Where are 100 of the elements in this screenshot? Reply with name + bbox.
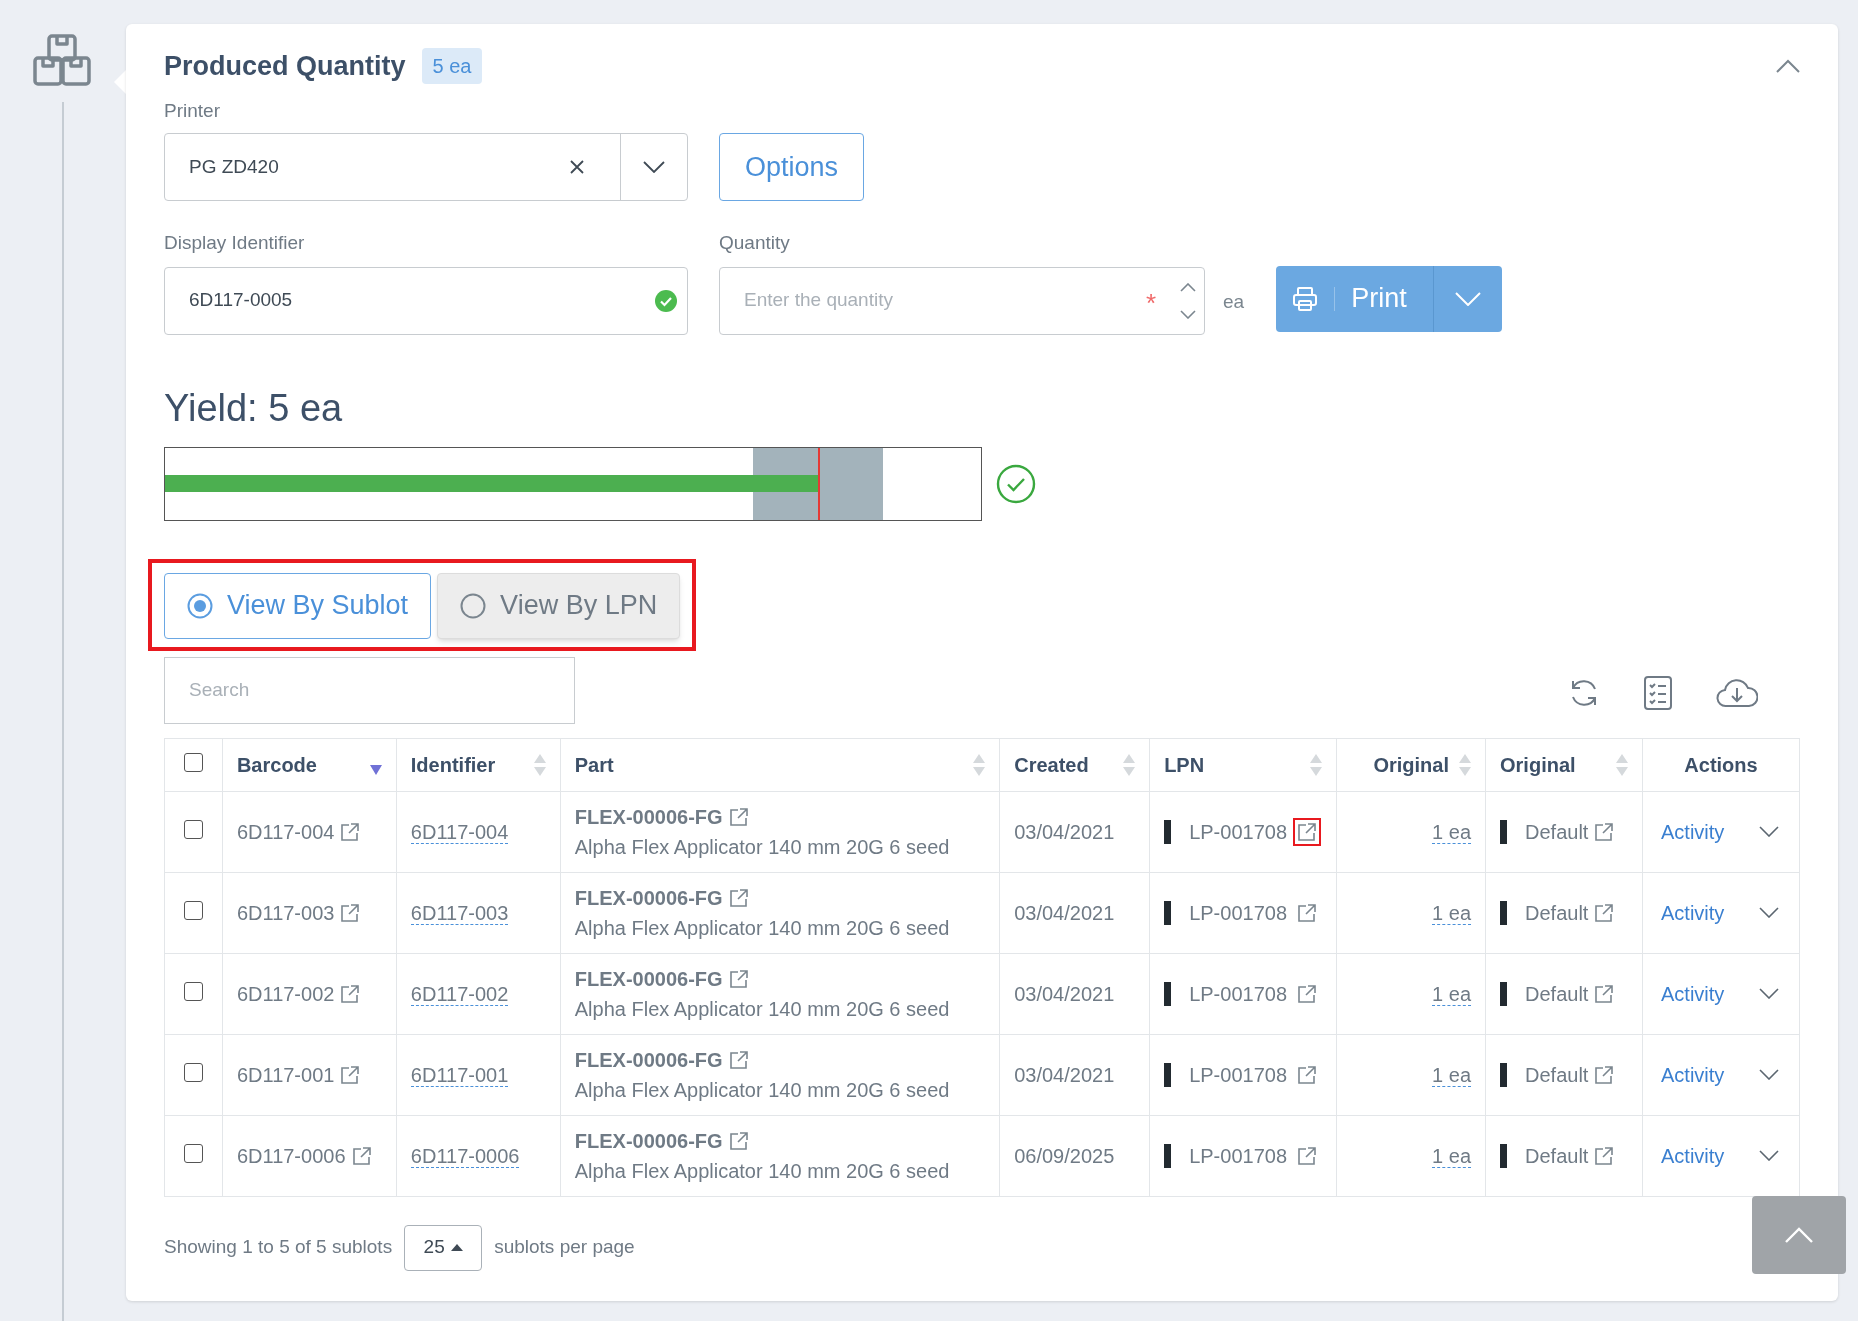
- per-page-label: sublots per page: [494, 1235, 635, 1260]
- location-color-bar: [1500, 1062, 1508, 1087]
- external-link-icon[interactable]: [1293, 817, 1321, 846]
- location-text: Default: [1525, 819, 1589, 845]
- part-number: FLEX-00006-FG: [574, 1047, 723, 1073]
- quantity-link[interactable]: 1 ea: [1432, 1144, 1472, 1168]
- search-field[interactable]: Search: [164, 656, 575, 724]
- lpn-text: LP-001708: [1189, 981, 1287, 1007]
- view-toggle-option[interactable]: View By LPN: [437, 572, 681, 639]
- created-date: 03/04/2021: [1014, 1063, 1115, 1086]
- external-link-icon[interactable]: [1594, 1064, 1615, 1085]
- external-link-icon[interactable]: [1594, 821, 1615, 842]
- activity-link[interactable]: Activity: [1661, 978, 1725, 1009]
- location-color-bar: [1500, 819, 1508, 844]
- identifier-link[interactable]: 6D117-002: [410, 982, 509, 1006]
- barcode-text: 6D117-001: [236, 1062, 335, 1088]
- chevron-down-icon[interactable]: [1759, 1069, 1779, 1080]
- caret-up-icon: [450, 1244, 463, 1251]
- quantity-badge: 5 ea: [421, 48, 483, 85]
- print-menu-button[interactable]: [1433, 265, 1502, 332]
- external-link-icon[interactable]: [1594, 1145, 1615, 1166]
- required-asterisk: *: [1145, 287, 1156, 320]
- boxes-icon: [33, 34, 93, 88]
- lpn-color-bar: [1164, 981, 1172, 1006]
- lpn-text: LP-001708: [1189, 1143, 1287, 1169]
- activity-link[interactable]: Activity: [1661, 816, 1725, 847]
- lpn-text: LP-001708: [1189, 1062, 1287, 1088]
- quantity-link[interactable]: 1 ea: [1432, 820, 1472, 844]
- external-link-icon[interactable]: [728, 968, 749, 989]
- showing-count: Showing 1 to 5 of 5 sublots: [164, 1235, 393, 1260]
- lpn-text: LP-001708: [1189, 819, 1287, 845]
- collapse-icon[interactable]: [1776, 59, 1800, 74]
- checkbox[interactable]: [183, 1062, 203, 1082]
- part-description: Alpha Flex Applicator 140 mm 20G 6 seed: [574, 915, 951, 941]
- location-color-bar: [1500, 1143, 1508, 1168]
- checkbox[interactable]: [183, 819, 203, 839]
- display-identifier-label: Display Identifier: [164, 231, 306, 255]
- printer-select[interactable]: PG ZD420: [164, 133, 688, 201]
- clear-icon[interactable]: [570, 160, 584, 174]
- quantity-input[interactable]: Enter the quantity: [744, 286, 1146, 315]
- location-color-bar: [1500, 981, 1508, 1006]
- activity-link[interactable]: Activity: [1661, 897, 1725, 928]
- chevron-down-icon[interactable]: [1759, 1150, 1779, 1161]
- chevron-down-icon[interactable]: [1759, 907, 1779, 918]
- lpn-color-bar: [1164, 1062, 1172, 1087]
- part-number: FLEX-00006-FG: [574, 966, 723, 992]
- quantity-link[interactable]: 1 ea: [1432, 1063, 1472, 1087]
- external-link-icon[interactable]: [728, 806, 749, 827]
- part-description: Alpha Flex Applicator 140 mm 20G 6 seed: [574, 1158, 951, 1184]
- checklist-icon[interactable]: [1644, 675, 1672, 710]
- checkbox[interactable]: [183, 1143, 203, 1163]
- external-link-icon[interactable]: [728, 1049, 749, 1070]
- external-link-icon[interactable]: [728, 1130, 749, 1151]
- lpn-color-bar: [1164, 819, 1172, 844]
- activity-link[interactable]: Activity: [1661, 1140, 1725, 1171]
- checkbox[interactable]: [183, 752, 203, 772]
- cloud-download-icon[interactable]: [1716, 677, 1758, 708]
- external-link-icon[interactable]: [340, 1064, 361, 1085]
- external-link-icon[interactable]: [340, 902, 361, 923]
- print-button[interactable]: Print: [1276, 265, 1433, 332]
- quantity-field[interactable]: Enter the quantity *: [719, 266, 1205, 335]
- location-text: Default: [1525, 1062, 1589, 1088]
- external-link-icon[interactable]: [728, 887, 749, 908]
- dropdown-chevron-icon[interactable]: [643, 161, 665, 173]
- identifier-link[interactable]: 6D117-004: [410, 820, 509, 844]
- part-description: Alpha Flex Applicator 140 mm 20G 6 seed: [574, 996, 951, 1022]
- quantity-link[interactable]: 1 ea: [1432, 901, 1472, 925]
- part-number: FLEX-00006-FG: [574, 804, 723, 830]
- lpn-color-bar: [1164, 900, 1172, 925]
- view-toggle-option[interactable]: View By Sublot: [164, 572, 432, 639]
- quantity-link[interactable]: 1 ea: [1432, 982, 1472, 1006]
- spinner-arrows-icon[interactable]: [1180, 282, 1196, 319]
- chevron-up-icon: [1785, 1227, 1813, 1243]
- chevron-down-icon[interactable]: [1759, 988, 1779, 999]
- sort-descending-icon[interactable]: [369, 764, 382, 775]
- part-number: FLEX-00006-FG: [574, 1128, 723, 1154]
- chevron-down-icon: [1454, 291, 1481, 306]
- created-date: 03/04/2021: [1014, 982, 1115, 1005]
- external-link-icon[interactable]: [351, 1145, 372, 1166]
- options-button[interactable]: Options: [719, 133, 865, 201]
- display-identifier-field[interactable]: 6D117-0005: [164, 266, 688, 335]
- printer-value: PG ZD420: [188, 154, 280, 179]
- external-link-icon[interactable]: [1594, 902, 1615, 923]
- chevron-down-icon[interactable]: [1759, 826, 1779, 837]
- part-number: FLEX-00006-FG: [574, 885, 723, 911]
- identifier-link[interactable]: 6D117-0006: [410, 1144, 520, 1168]
- quantity-label: Quantity: [719, 231, 791, 255]
- identifier-link[interactable]: 6D117-001: [410, 1063, 509, 1087]
- external-link-icon[interactable]: [340, 821, 361, 842]
- checkbox[interactable]: [183, 900, 203, 920]
- barcode-text: 6D117-003: [236, 900, 335, 926]
- external-link-icon[interactable]: [1594, 983, 1615, 1004]
- per-page-select[interactable]: 25: [404, 1224, 483, 1271]
- external-link-icon[interactable]: [340, 983, 361, 1004]
- activity-link[interactable]: Activity: [1661, 1059, 1725, 1090]
- created-date: 03/04/2021: [1014, 820, 1115, 843]
- identifier-link[interactable]: 6D117-003: [410, 901, 509, 925]
- barcode-text: 6D117-004: [236, 819, 335, 845]
- checkbox[interactable]: [183, 981, 203, 1001]
- printer-icon: [1292, 285, 1319, 312]
